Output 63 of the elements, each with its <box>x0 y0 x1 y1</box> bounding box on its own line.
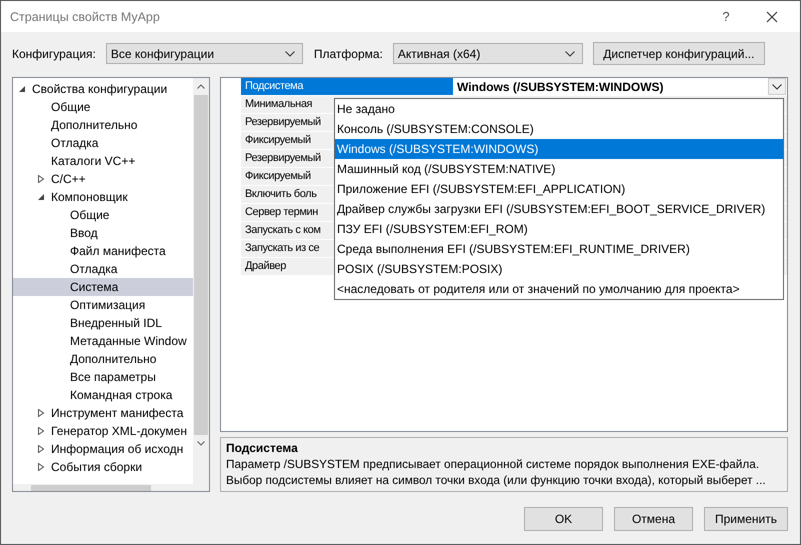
configuration-manager-button[interactable]: Диспетчер конфигураций... <box>592 42 765 65</box>
dropdown-option[interactable]: Машинный код (/SUBSYSTEM:NATIVE) <box>335 159 783 179</box>
ok-button[interactable]: OK <box>524 507 603 531</box>
tree-item[interactable]: Общие <box>70 208 110 222</box>
dropdown-option[interactable]: POSIX (/SUBSYSTEM:POSIX) <box>335 259 783 279</box>
collapsed-arrow-icon[interactable] <box>37 175 45 183</box>
tree-item[interactable]: Внедренный IDL <box>70 316 162 330</box>
tree-item[interactable]: Система <box>70 280 118 294</box>
tree-item[interactable]: Инструмент манифеста <box>51 406 184 420</box>
tree-item[interactable]: C/C++ <box>51 172 86 186</box>
close-icon <box>766 10 778 22</box>
window-title: Страницы свойств MyApp <box>9 10 161 24</box>
dropdown-option[interactable]: Консоль (/SUBSYSTEM:CONSOLE) <box>335 119 783 139</box>
dropdown-option[interactable]: ПЗУ EFI (/SUBSYSTEM:EFI_ROM) <box>335 219 783 239</box>
tree-item[interactable]: Дополнительно <box>70 352 156 366</box>
collapsed-arrow-icon[interactable] <box>37 463 45 471</box>
help-button[interactable]: ? <box>703 1 749 32</box>
tree-item[interactable]: Оптимизация <box>70 298 146 312</box>
platform-combo[interactable]: Активная (x64) <box>392 43 583 64</box>
tree-item[interactable]: Компоновщик <box>51 190 128 204</box>
tree-item[interactable]: Файл манифеста <box>70 244 166 258</box>
tree-item[interactable]: Генератор XML-докумен <box>51 424 187 438</box>
tree-item[interactable]: Отладка <box>51 136 98 150</box>
expanded-arrow-icon[interactable] <box>18 85 26 93</box>
collapsed-arrow-icon[interactable] <box>37 409 45 417</box>
tree-item[interactable]: Ввод <box>70 226 98 240</box>
chevron-down-icon <box>284 50 295 56</box>
scroll-up-icon[interactable] <box>197 84 205 89</box>
tree-item[interactable]: События сборки <box>51 460 142 474</box>
cancel-button[interactable]: Отмена <box>614 507 693 531</box>
tree-item[interactable]: Дополнительно <box>51 118 138 132</box>
dropdown-option[interactable]: <наследовать от родителя или от значений по умолчанию для проекта> <box>335 279 783 299</box>
tree-item[interactable]: Командная строка <box>70 388 172 402</box>
horizontal-scrollbar[interactable] <box>13 484 209 491</box>
dropdown-option[interactable]: Windows (/SUBSYSTEM:WINDOWS) <box>335 139 783 159</box>
dropdown-option[interactable]: Среда выполнения EFI (/SUBSYSTEM:EFI_RUNTIME_DRIVER) <box>335 239 783 259</box>
tree-item[interactable]: Отладка <box>70 262 118 276</box>
collapsed-arrow-icon[interactable] <box>37 445 45 453</box>
configuration-combo[interactable]: Все конфигурации <box>106 43 303 64</box>
configuration-label: Конфигурация: <box>12 46 96 60</box>
collapsed-arrow-icon[interactable] <box>37 427 45 435</box>
dropdown-option[interactable]: Приложение EFI (/SUBSYSTEM:EFI_APPLICATION) <box>335 179 783 199</box>
tree-item[interactable]: Информация об исходн <box>51 442 184 456</box>
dropdown-option[interactable]: Драйвер службы загрузки EFI (/SUBSYSTEM:EFI_BOOT_SERVICE_DRIVER) <box>335 199 783 219</box>
chevron-down-icon <box>564 50 575 56</box>
description-title: Подсистема <box>226 441 299 457</box>
tree-item[interactable]: Общие <box>51 100 90 114</box>
property-value-field[interactable]: Windows (/SUBSYSTEM:WINDOWS) <box>453 78 787 95</box>
description-text: Параметр /SUBSYSTEM предписывает операционной системе порядок выполнения EXE-файла. <box>226 457 760 473</box>
expanded-arrow-icon[interactable] <box>37 193 45 201</box>
tree-item[interactable]: Каталоги VC++ <box>51 154 136 168</box>
chevron-down-icon <box>772 84 782 90</box>
description-text: Выбор подсистемы влияет на символ точки входа (или функцию точки входа), который выберет ... <box>226 473 767 489</box>
scroll-down-icon[interactable] <box>197 441 205 446</box>
platform-label: Платформа: <box>314 46 383 60</box>
tree-item[interactable]: Метаданные Window <box>70 334 187 348</box>
property-name[interactable]: Подсистема <box>241 78 453 95</box>
tree-item[interactable]: Свойства конфигурации <box>32 82 168 96</box>
dropdown-option[interactable]: Не задано <box>335 99 783 119</box>
apply-button[interactable]: Применить <box>704 507 788 531</box>
vertical-scrollbar[interactable] <box>193 78 209 484</box>
dropdown-button[interactable] <box>768 78 786 95</box>
tree-item[interactable]: Все параметры <box>70 370 156 384</box>
